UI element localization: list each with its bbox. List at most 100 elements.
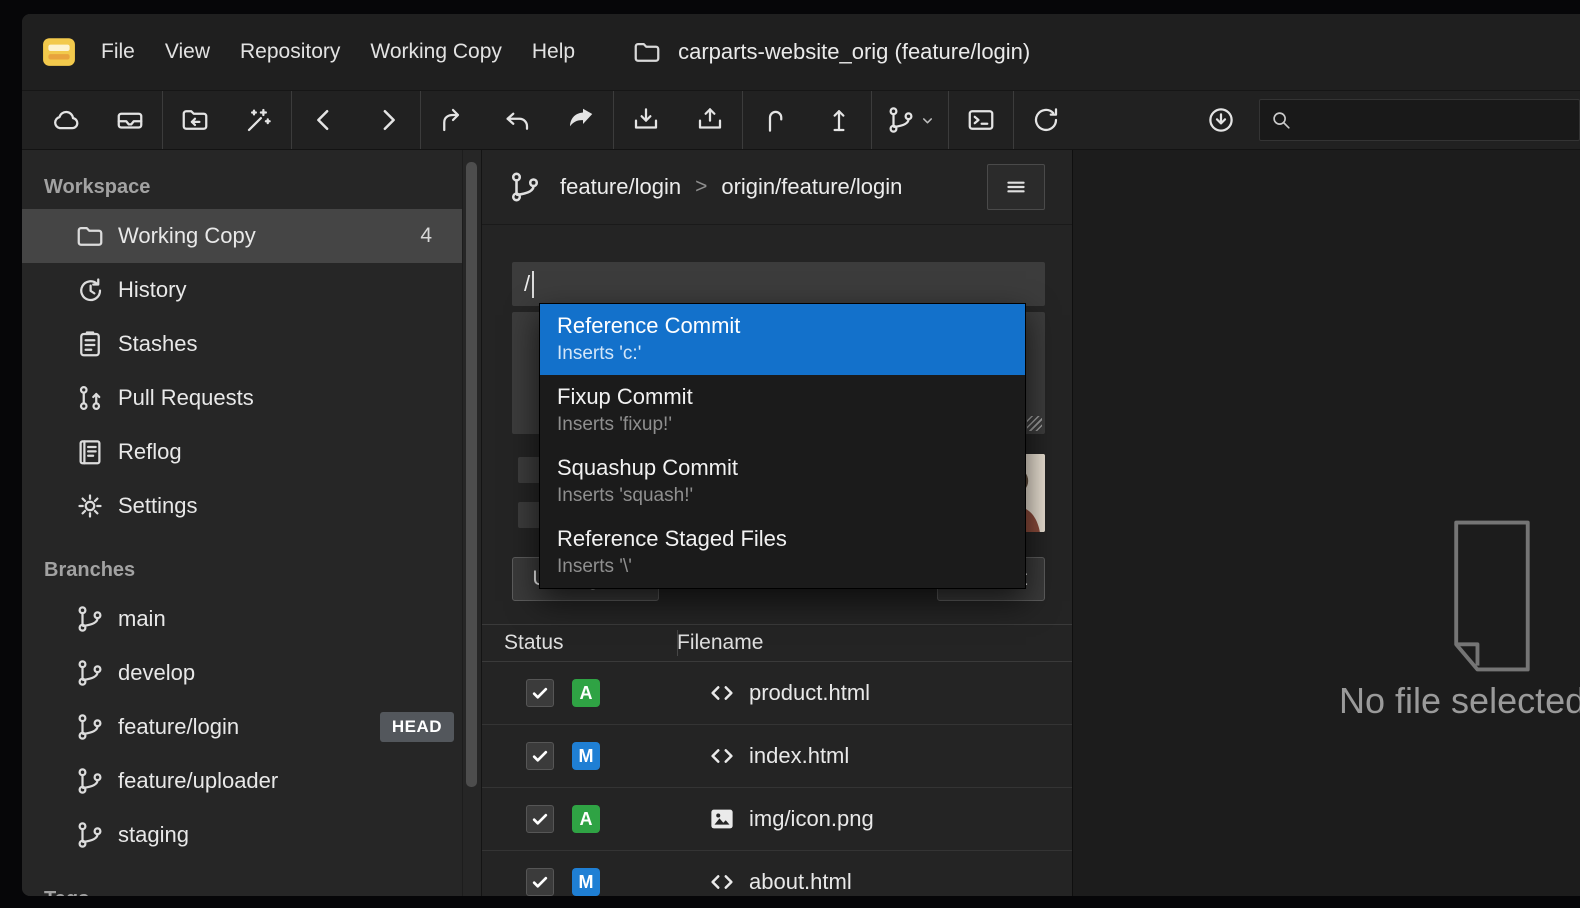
remote-button[interactable] [34,91,98,149]
shelve-button[interactable] [743,91,807,149]
branch-icon [75,766,105,796]
sidebar-item-history[interactable]: History [22,263,462,317]
sidebar-scrollbar[interactable] [462,150,481,896]
tracking-branch[interactable]: origin/feature/login [721,174,902,200]
status-badge-added: A [572,679,600,707]
search-icon [1270,109,1292,131]
unshelve-button[interactable] [807,91,871,149]
sidebar-branch-staging[interactable]: staging [22,808,462,862]
hamburger-icon [1003,174,1029,200]
branch-label: feature/uploader [118,768,278,794]
status-badge-modified: M [572,868,600,896]
breadcrumb-separator: > [695,175,707,199]
refresh-icon [1031,105,1061,135]
push-icon [695,105,725,135]
file-row[interactable]: M about.html [482,851,1072,896]
redo-button[interactable] [549,91,613,149]
table-header: Status Filename [482,625,1072,662]
menu-bar: File View Repository Working Copy Help [86,40,590,64]
image-file-icon [707,804,737,834]
forward-chevron-icon [373,105,403,135]
sidebar-item-working-copy[interactable]: Working Copy 4 [22,209,462,263]
app-icon[interactable] [42,35,76,69]
branch-label: feature/login [118,714,239,740]
download-button[interactable] [1189,91,1253,149]
menu-working-copy[interactable]: Working Copy [355,40,517,64]
sidebar-item-label: Stashes [118,331,198,357]
filename: img/icon.png [749,806,874,832]
sidebar-item-label: History [118,277,186,303]
commit-message-input[interactable]: / [512,262,1045,306]
pull-button[interactable] [614,91,678,149]
resize-handle-icon[interactable] [1027,416,1042,431]
menu-repository[interactable]: Repository [225,40,355,64]
magic-wand-icon [244,105,274,135]
branch-label: staging [118,822,189,848]
refresh-button[interactable] [1014,91,1078,149]
sidebar-branch-feature-uploader[interactable]: feature/uploader [22,754,462,808]
sidebar-item-reflog[interactable]: Reflog [22,425,462,479]
autocomplete-subtitle: Inserts '\' [557,554,1008,579]
forward-button[interactable] [356,91,420,149]
sidebar-branch-feature-login[interactable]: feature/login HEAD [22,700,462,754]
check-icon [530,683,550,703]
search-input[interactable] [1300,108,1569,133]
stage-checkbox[interactable] [526,805,554,833]
redo-icon [566,105,596,135]
stage-checkbox[interactable] [526,679,554,707]
checkout-button[interactable] [421,91,485,149]
file-row[interactable]: M index.html [482,725,1072,788]
commit-options-button[interactable] [987,164,1045,210]
file-row[interactable]: A img/icon.png [482,788,1072,851]
autocomplete-subtitle: Inserts 'c:' [557,341,1008,366]
status-badge-modified: M [572,742,600,770]
autocomplete-item-squashup-commit[interactable]: Squashup Commit Inserts 'squash!' [540,446,1025,517]
menu-view[interactable]: View [150,40,225,64]
journal-icon [75,437,105,467]
menu-file[interactable]: File [86,40,150,64]
branch-button[interactable] [872,91,948,149]
back-button[interactable] [292,91,356,149]
column-header-filename: Filename [655,631,763,655]
autocomplete-item-fixup-commit[interactable]: Fixup Commit Inserts 'fixup!' [540,375,1025,446]
sidebar-section-branches: Branches [22,533,462,592]
sidebar-item-stashes[interactable]: Stashes [22,317,462,371]
branch-icon [75,820,105,850]
code-file-icon [707,867,737,896]
push-button[interactable] [678,91,742,149]
repo-title: carparts-website_orig (feature/login) [632,37,1030,67]
stage-checkbox[interactable] [526,742,554,770]
discard-button[interactable] [485,91,549,149]
clone-button[interactable] [163,91,227,149]
file-row[interactable]: A product.html [482,662,1072,725]
commit-toolbar-button[interactable] [98,91,162,149]
scrollbar-thumb[interactable] [466,162,477,787]
column-header-status: Status [482,631,655,655]
empty-file-icon [1433,516,1549,676]
stage-checkbox[interactable] [526,868,554,896]
sidebar-item-settings[interactable]: Settings [22,479,462,533]
sidebar-branch-develop[interactable]: develop [22,646,462,700]
window-body: Workspace Working Copy 4 History Stashes… [22,150,1580,896]
autocomplete-item-reference-staged-files[interactable]: Reference Staged Files Inserts '\' [540,517,1025,588]
clipboard-icon [75,329,105,359]
text-caret [532,271,534,298]
menu-help[interactable]: Help [517,40,590,64]
magic-button[interactable] [227,91,291,149]
autocomplete-item-reference-commit[interactable]: Reference Commit Inserts 'c:' [540,304,1025,375]
sidebar-item-label: Working Copy [118,223,256,249]
code-file-icon [707,678,737,708]
toolbar-search[interactable] [1259,99,1580,141]
sidebar-section-tags: Tags [22,862,462,896]
working-copy-count-badge: 4 [420,224,432,248]
terminal-button[interactable] [949,91,1013,149]
status-badge-added: A [572,805,600,833]
check-icon [530,809,550,829]
sidebar-item-pull-requests[interactable]: Pull Requests [22,371,462,425]
current-branch[interactable]: feature/login [560,174,681,200]
folder-icon [75,221,105,251]
filename: product.html [749,680,870,706]
toolbar [22,90,1580,150]
history-icon [75,275,105,305]
sidebar-branch-main[interactable]: main [22,592,462,646]
